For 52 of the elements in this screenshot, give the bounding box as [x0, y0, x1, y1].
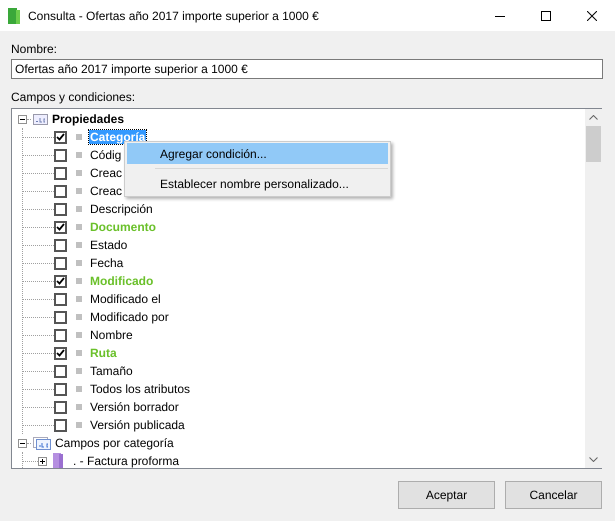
checkbox[interactable]: [54, 346, 67, 360]
checkbox[interactable]: [54, 364, 67, 378]
checkbox[interactable]: [54, 328, 67, 342]
tree-item[interactable]: Creac: [89, 166, 124, 180]
scroll-thumb[interactable]: [586, 126, 601, 162]
expander-icon[interactable]: [18, 438, 27, 448]
menu-item[interactable]: Agregar condición...: [127, 143, 388, 164]
tree-item[interactable]: Versión publicada: [89, 418, 186, 432]
checkbox[interactable]: [54, 184, 67, 198]
tree-group[interactable]: Campos por categoría: [55, 436, 174, 450]
tree-item[interactable]: Modificado por: [89, 310, 170, 324]
tree-item[interactable]: Todos los atributos: [89, 382, 192, 396]
checkbox[interactable]: [54, 256, 67, 270]
checkbox[interactable]: [54, 220, 67, 234]
checkbox[interactable]: [54, 238, 67, 252]
scrollbar[interactable]: [585, 109, 602, 468]
checkbox[interactable]: [54, 148, 67, 162]
checkbox[interactable]: [54, 130, 67, 144]
app-icon: [8, 8, 20, 24]
tree-item[interactable]: Modificado el: [89, 292, 162, 306]
checkbox[interactable]: [54, 292, 67, 306]
tree-item[interactable]: Tamaño: [89, 364, 134, 378]
abc-icon: [33, 436, 51, 450]
tree-item[interactable]: . - Factura proforma: [72, 454, 180, 468]
checkbox[interactable]: [54, 202, 67, 216]
checkbox[interactable]: [54, 166, 67, 180]
tree-group[interactable]: Propiedades: [52, 112, 124, 126]
menu-item[interactable]: Establecer nombre personalizado...: [127, 173, 388, 194]
tree-label: Campos y condiciones:: [11, 90, 136, 104]
name-field[interactable]: Ofertas año 2017 importe superior a 1000 €: [11, 59, 603, 79]
tree-item[interactable]: Versión borrador: [89, 400, 180, 414]
scroll-up-icon[interactable]: [589, 115, 598, 120]
abc-icon: [33, 114, 48, 124]
scroll-down-icon[interactable]: [589, 457, 598, 462]
window-title: Consulta - Ofertas año 2017 importe superior a 1000 €: [28, 8, 320, 22]
tree-item[interactable]: Creac: [89, 184, 124, 198]
name-label: Nombre:: [11, 42, 58, 56]
dialog-button[interactable]: Cancelar: [505, 481, 602, 509]
expander-icon[interactable]: [38, 456, 47, 466]
checkbox[interactable]: [54, 382, 67, 396]
tree-item[interactable]: Estado: [89, 238, 128, 252]
tree-item[interactable]: Códig: [89, 148, 122, 162]
tree-item[interactable]: Descripción: [89, 202, 154, 216]
checkbox[interactable]: [54, 310, 67, 324]
checkbox[interactable]: [54, 418, 67, 432]
checkbox[interactable]: [54, 274, 67, 288]
dialog-button[interactable]: Aceptar: [398, 481, 495, 509]
folder-icon: [53, 453, 63, 468]
checkbox[interactable]: [54, 400, 67, 414]
expander-icon[interactable]: [18, 114, 27, 124]
tree-item[interactable]: Nombre: [89, 328, 134, 342]
tree-item[interactable]: Fecha: [89, 256, 124, 270]
